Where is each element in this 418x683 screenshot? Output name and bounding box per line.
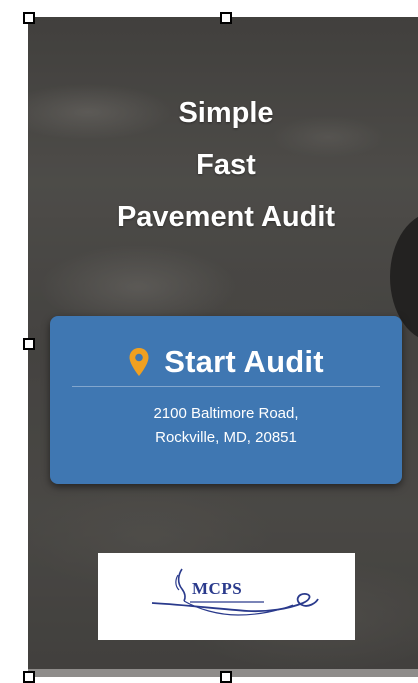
tagline: Simple Fast Pavement Audit: [28, 87, 418, 243]
mcps-logo-text: MCPS: [192, 579, 243, 598]
canvas: Simple Fast Pavement Audit Start Audit 2…: [0, 0, 418, 683]
tagline-line-pavement-audit: Pavement Audit: [116, 201, 336, 233]
resize-handle-middle-left[interactable]: [23, 338, 35, 350]
resize-handle-bottom-left[interactable]: [23, 671, 35, 683]
start-audit-button[interactable]: Start Audit 2100 Baltimore Road, Rockvil…: [50, 316, 402, 484]
divider: [72, 386, 380, 387]
resize-handle-bottom-middle[interactable]: [220, 671, 232, 683]
start-audit-label: Start Audit: [164, 344, 324, 379]
address-line-street: 2100 Baltimore Road,: [153, 405, 299, 422]
resize-handle-top-middle[interactable]: [220, 12, 232, 24]
tagline-line-simple: Simple: [178, 97, 274, 129]
tagline-line-fast: Fast: [196, 149, 256, 181]
address-line-city: Rockville, MD, 20851: [155, 429, 297, 446]
audit-address: 2100 Baltimore Road, Rockville, MD, 2085…: [50, 402, 402, 450]
mcps-logo: MCPS: [98, 553, 355, 640]
start-audit-header: Start Audit: [50, 340, 402, 384]
map-pin-icon: [129, 348, 149, 376]
resize-handle-top-left[interactable]: [23, 12, 35, 24]
